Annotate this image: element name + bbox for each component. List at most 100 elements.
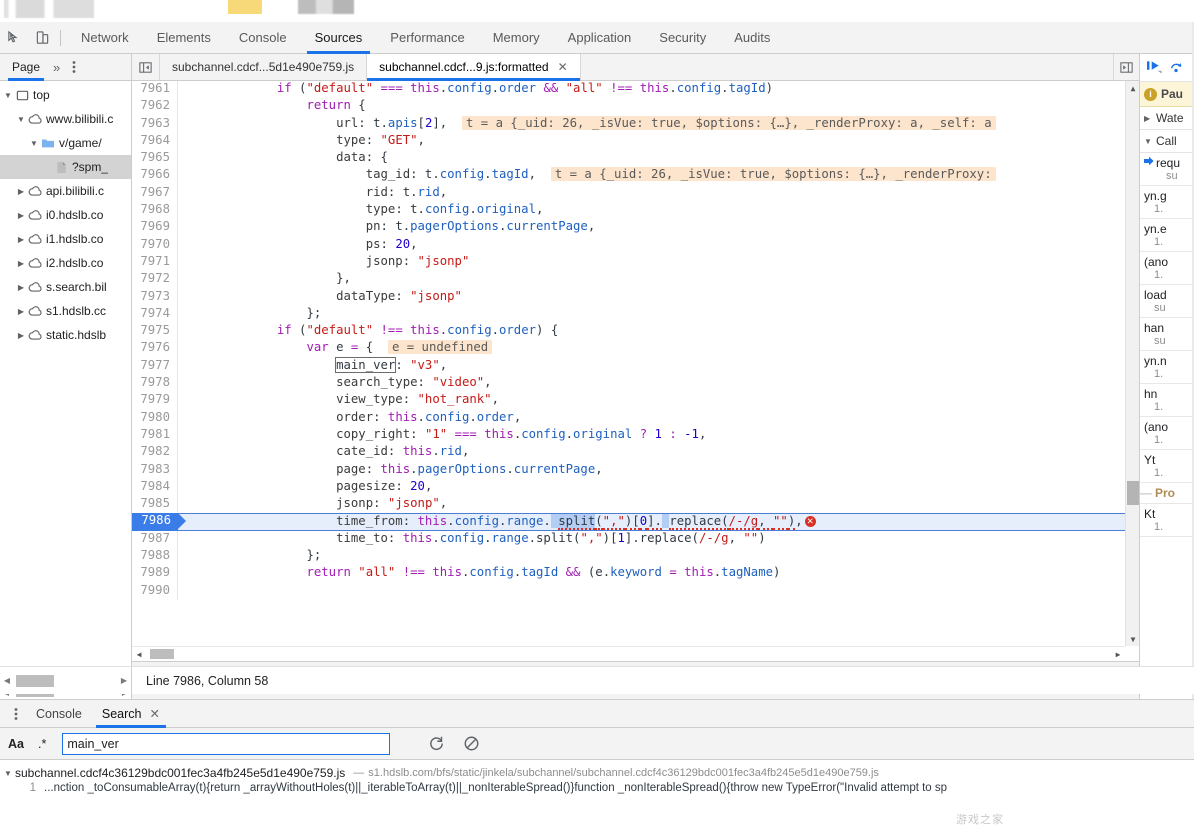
tree-item[interactable]: ?spm_ (0, 155, 131, 179)
horizontal-scroll-thumb[interactable] (150, 649, 174, 659)
code-line[interactable]: 7977 main_ver: "v3", (132, 356, 1125, 376)
call-stack-item[interactable]: Yt 1. (1140, 450, 1194, 483)
code-line-content[interactable]: view_type: "hot_rank", (178, 392, 1125, 409)
code-line-content[interactable]: search_type: "video", (178, 375, 1125, 392)
line-number[interactable]: 7971 (132, 253, 178, 272)
close-icon[interactable]: ✕ (149, 706, 159, 721)
editor-tab-subchannel-js[interactable]: subchannel.cdcf...5d1e490e759.js (160, 54, 368, 80)
drawer-tab-search[interactable]: Search ✕ (92, 700, 170, 728)
line-number[interactable]: 7965 (132, 150, 178, 168)
code-line[interactable]: 7982 cate_id: this.rid, (132, 444, 1125, 462)
code-line[interactable]: 7976 var e = { e = undefined (132, 340, 1125, 358)
code-line[interactable]: 7972 }, (132, 271, 1125, 289)
line-number[interactable]: 7978 (132, 375, 178, 393)
tab-security[interactable]: Security (645, 22, 720, 54)
tab-elements[interactable]: Elements (143, 22, 225, 54)
code-line[interactable]: 7965 data: { (132, 150, 1125, 168)
code-line-content[interactable]: }; (178, 306, 1125, 323)
code-line[interactable]: 7978 search_type: "video", (132, 375, 1125, 393)
tree-item[interactable]: ▶ api.bilibili.c (0, 179, 131, 203)
line-number[interactable]: 7963 (132, 115, 178, 133)
code-line[interactable]: 7984 pagesize: 20, (132, 478, 1125, 497)
tree-item[interactable]: ▶ i1.hdslb.co (0, 227, 131, 251)
call-stack-item[interactable]: (ano 1. (1140, 252, 1194, 285)
chevron-right-icon[interactable]: ▶ (15, 187, 27, 196)
line-number[interactable]: 7981 (132, 426, 178, 445)
code-line-content[interactable]: }, (178, 271, 1125, 288)
code-line[interactable]: 7964 type: "GET", (132, 132, 1125, 151)
line-number[interactable]: 7986 (132, 513, 186, 531)
chevron-down-icon[interactable]: ▼ (1144, 137, 1154, 146)
scroll-right-icon[interactable]: ▶ (117, 676, 131, 685)
tab-memory[interactable]: Memory (479, 22, 554, 54)
code-line-content[interactable]: pn: t.pagerOptions.currentPage, (178, 219, 1125, 236)
chevron-down-icon[interactable]: ▼ (4, 769, 15, 778)
chevron-right-icon[interactable]: ▶ (15, 259, 27, 268)
code-line-content[interactable]: type: "GET", (178, 133, 1125, 150)
line-number[interactable]: 7976 (132, 340, 178, 358)
code-line[interactable]: 7980 order: this.config.order, (132, 409, 1125, 427)
tree-item[interactable]: ▶ i0.hdslb.co (0, 203, 131, 227)
code-line[interactable]: 7988 }; (132, 548, 1125, 566)
code-line[interactable]: 7967 rid: t.rid, (132, 184, 1125, 203)
line-number[interactable]: 7975 (132, 323, 178, 341)
code-line-content[interactable]: ps: 20, (178, 237, 1125, 254)
tabs-scroll-left-icon[interactable] (132, 54, 160, 80)
line-number[interactable]: 7961 (132, 81, 178, 99)
code-line-content[interactable] (178, 583, 1125, 600)
code-line[interactable]: 7962 return { (132, 98, 1125, 116)
line-number[interactable]: 7973 (132, 288, 178, 306)
code-line-content[interactable]: var e = { e = undefined (178, 340, 1125, 357)
tab-performance[interactable]: Performance (376, 22, 478, 54)
code-line-content[interactable]: page: this.pagerOptions.currentPage, (178, 462, 1125, 479)
navigator-bottom-scrollbar[interactable]: ◀ ▶ (0, 667, 132, 694)
line-number[interactable]: 7977 (132, 357, 178, 376)
code-line-content[interactable]: }; (178, 548, 1125, 565)
code-line-content[interactable]: return "all" !== this.config.tagId && (e… (178, 565, 1125, 582)
line-number[interactable]: 7968 (132, 202, 178, 220)
code-line-content[interactable]: order: this.config.order, (178, 410, 1125, 427)
line-number[interactable]: 7982 (132, 444, 178, 462)
scroll-down-icon[interactable]: ▼ (1126, 632, 1139, 646)
code-line[interactable]: 7963 url: t.apis[2], t = a {_uid: 26, _i… (132, 115, 1125, 133)
search-regex-toggle[interactable]: .* (38, 737, 46, 751)
code-line-content[interactable]: jsonp: "jsonp", (178, 496, 1125, 513)
code-line[interactable]: 7983 page: this.pagerOptions.currentPage… (132, 461, 1125, 479)
code-line-content[interactable]: pagesize: 20, (178, 479, 1125, 496)
resume-script-icon[interactable] (1146, 59, 1163, 77)
search-result-file[interactable]: ▼ subchannel.cdcf4c36129bdc001fec3a4fb24… (0, 764, 1194, 782)
call-stack-item[interactable]: yn.g 1. (1140, 186, 1194, 219)
line-number[interactable]: 7967 (132, 184, 178, 203)
call-stack-item[interactable]: han su (1140, 318, 1194, 351)
show-navigator-icon[interactable] (1113, 54, 1139, 80)
code-line[interactable]: 7990 (132, 582, 1125, 600)
call-stack-item[interactable]: yn.n 1. (1140, 351, 1194, 384)
line-number[interactable]: 7989 (132, 565, 178, 583)
tree-item[interactable]: ▼ top (0, 83, 131, 107)
step-over-icon[interactable] (1169, 59, 1183, 77)
editor-vertical-scrollbar[interactable]: ▲ ▼ (1125, 81, 1139, 646)
search-result-row[interactable]: 1 ...nction _toConsumableArray(t){return… (0, 782, 1194, 800)
call-stack-item[interactable]: Kt 1. (1140, 504, 1194, 537)
search-match-case-toggle[interactable]: Aa (8, 737, 24, 751)
code-line[interactable]: 7989 return "all" !== this.config.tagId … (132, 565, 1125, 583)
navigator-kebab-icon[interactable] (66, 60, 82, 74)
search-query-input[interactable] (67, 736, 386, 751)
code-line-content[interactable]: url: t.apis[2], t = a {_uid: 26, _isVue:… (178, 115, 1125, 133)
navigator-more-tabs-icon[interactable]: » (46, 60, 66, 75)
code-line-content[interactable]: if ("default" !== this.config.order) { (178, 323, 1125, 340)
line-number[interactable]: 7972 (132, 271, 178, 289)
chevron-right-icon[interactable]: ▶ (1144, 114, 1154, 123)
code-lines[interactable]: 7961 if ("default" === this.config.order… (132, 81, 1125, 646)
chevron-down-icon[interactable]: ▼ (2, 91, 14, 100)
chevron-down-icon[interactable]: ▼ (28, 139, 40, 148)
code-line[interactable]: 7969 pn: t.pagerOptions.currentPage, (132, 219, 1125, 237)
scroll-up-icon[interactable]: ▲ (1126, 81, 1139, 95)
code-line-content[interactable]: return { (178, 98, 1125, 115)
tree-item[interactable]: ▶ i2.hdslb.co (0, 251, 131, 275)
line-number[interactable]: 7966 (132, 167, 178, 185)
code-line[interactable]: 7973 dataType: "jsonp" (132, 288, 1125, 306)
line-number[interactable]: 7987 (132, 530, 178, 549)
code-line-content[interactable]: time_from: this.config.range. split(",")… (178, 513, 1125, 531)
tab-application[interactable]: Application (554, 22, 646, 54)
